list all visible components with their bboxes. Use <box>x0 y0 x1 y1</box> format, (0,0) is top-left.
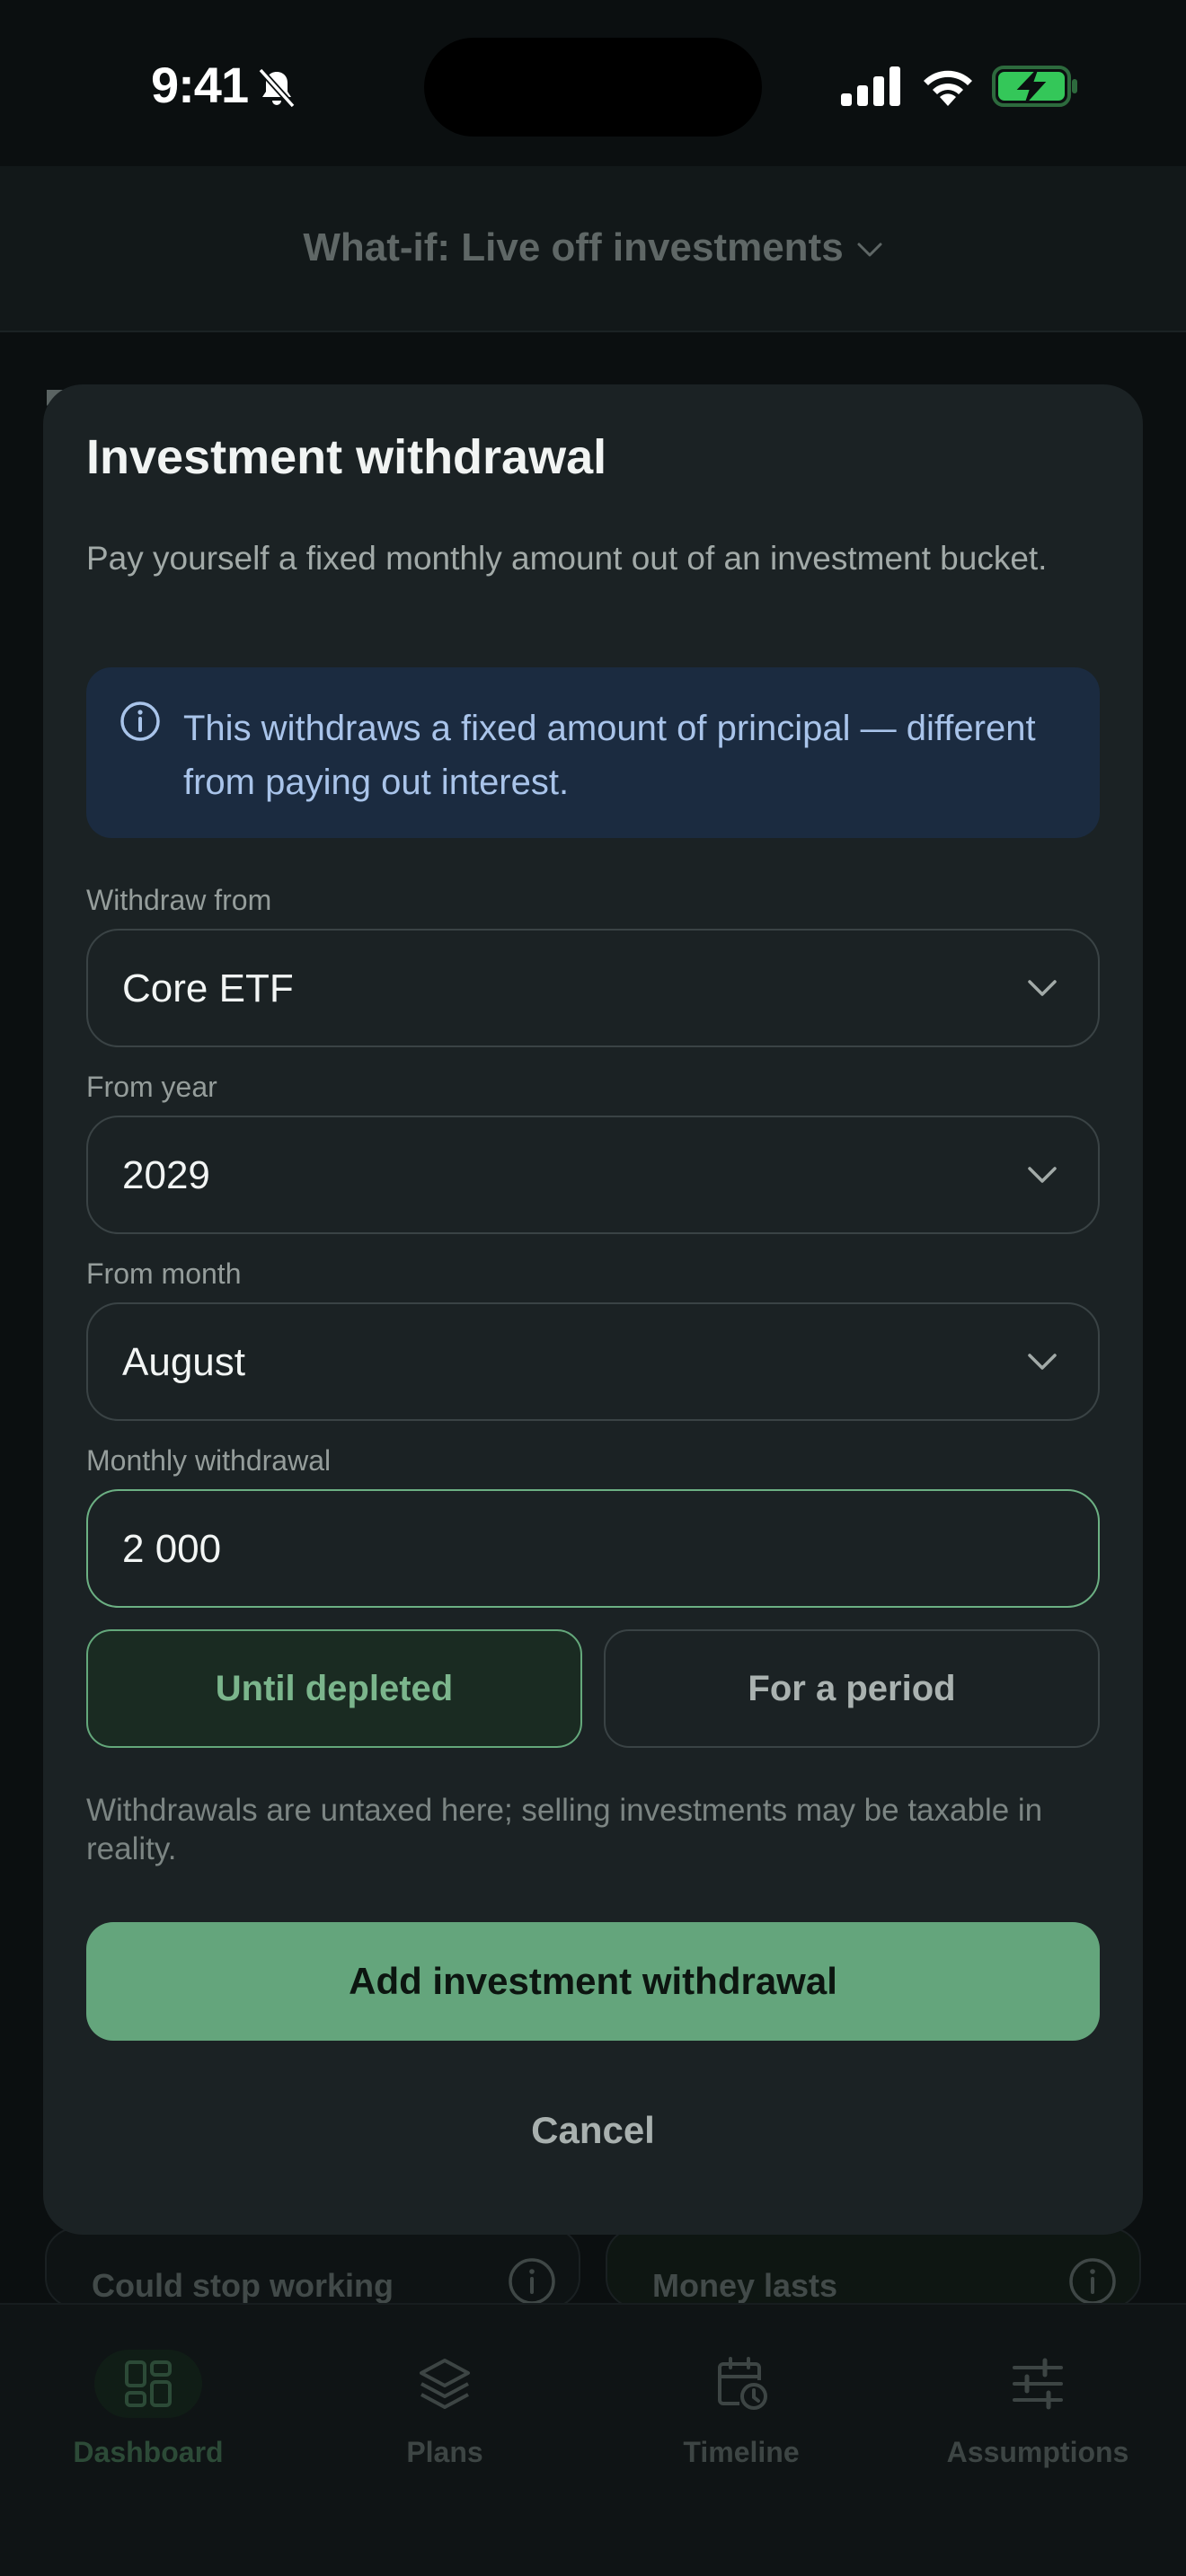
money-lasts-card[interactable]: Money lasts <box>606 2228 1141 2308</box>
until-depleted-toggle[interactable]: Until depleted <box>86 1629 582 1748</box>
add-investment-withdrawal-button[interactable]: Add investment withdrawal <box>86 1922 1100 2041</box>
tab-plans[interactable]: Plans <box>296 2350 593 2469</box>
from-month-select[interactable]: August <box>86 1302 1100 1421</box>
withdraw-from-select[interactable]: Core ETF <box>86 929 1100 1047</box>
investment-withdrawal-modal: Investment withdrawal Pay yourself a fix… <box>43 384 1143 2235</box>
withdraw-from-label: Withdraw from <box>86 884 272 916</box>
status-time: 9:41 <box>151 57 249 113</box>
chevron-down-icon <box>1028 1167 1057 1183</box>
tab-assumptions[interactable]: Assumptions <box>890 2350 1186 2469</box>
bell-off-icon <box>258 67 296 109</box>
screen: 9:41 What-if: Live off investments Could… <box>0 0 1186 2576</box>
for-a-period-toggle[interactable]: For a period <box>604 1629 1100 1748</box>
monthly-withdrawal-value: 2 000 <box>122 1527 222 1571</box>
from-month-label: From month <box>86 1257 242 1290</box>
from-year-value: 2029 <box>122 1153 210 1197</box>
tab-label: Plans <box>406 2436 483 2468</box>
monthly-withdrawal-input[interactable]: 2 000 <box>86 1489 1100 1608</box>
scenario-title: What-if: Live off investments <box>303 225 844 269</box>
tab-bar: Dashboard Plans Timeline Assumptions <box>0 2303 1186 2576</box>
from-year-select[interactable]: 2029 <box>86 1116 1100 1234</box>
calendar-clock-icon <box>718 2357 767 2410</box>
tab-icon-highlight <box>94 2350 202 2418</box>
tax-footnote: Withdrawals are untaxed here; selling in… <box>86 1793 1043 1866</box>
cancel-button[interactable]: Cancel <box>86 2109 1100 2152</box>
info-callout: This withdraws a fixed amount of princip… <box>86 667 1100 838</box>
tab-label: Dashboard <box>73 2436 224 2468</box>
tab-label: Timeline <box>683 2436 800 2468</box>
plan-header: What-if: Live off investments <box>0 166 1186 332</box>
dashboard-icon <box>125 2360 172 2407</box>
modal-description: Pay yourself a fixed monthly amount out … <box>86 540 1048 577</box>
card-label: Could stop working <box>92 2267 394 2304</box>
tab-icon-wrap <box>687 2350 795 2418</box>
cellular-signal-icon <box>841 66 900 106</box>
tab-label: Assumptions <box>946 2436 1129 2468</box>
wifi-icon <box>924 70 972 106</box>
chevron-down-icon <box>1028 1354 1057 1370</box>
info-icon <box>120 701 160 741</box>
info-text: This withdraws a fixed amount of princip… <box>183 709 1036 802</box>
could-stop-working-card[interactable]: Could stop working <box>45 2228 580 2308</box>
from-month-value: August <box>122 1340 245 1384</box>
monthly-withdrawal-label: Monthly withdrawal <box>86 1444 332 1477</box>
scenario-selector[interactable]: What-if: Live off investments <box>0 225 1186 270</box>
sliders-icon <box>1013 2358 1063 2410</box>
info-icon[interactable] <box>507 2256 557 2307</box>
layers-icon <box>420 2359 470 2409</box>
tab-icon-wrap <box>984 2350 1092 2418</box>
card-label: Money lasts <box>652 2267 838 2304</box>
battery-charging-icon <box>992 66 1077 107</box>
tab-dashboard[interactable]: Dashboard <box>0 2350 296 2469</box>
status-bar: 9:41 <box>0 0 1186 166</box>
tab-timeline[interactable]: Timeline <box>593 2350 890 2469</box>
from-year-label: From year <box>86 1071 217 1103</box>
chevron-down-icon <box>1028 980 1057 996</box>
dynamic-island <box>424 38 762 137</box>
info-icon[interactable] <box>1067 2256 1118 2307</box>
modal-title: Investment withdrawal <box>86 430 607 484</box>
withdraw-from-value: Core ETF <box>122 966 294 1010</box>
chevron-down-icon <box>857 243 882 257</box>
tab-icon-wrap <box>391 2350 499 2418</box>
